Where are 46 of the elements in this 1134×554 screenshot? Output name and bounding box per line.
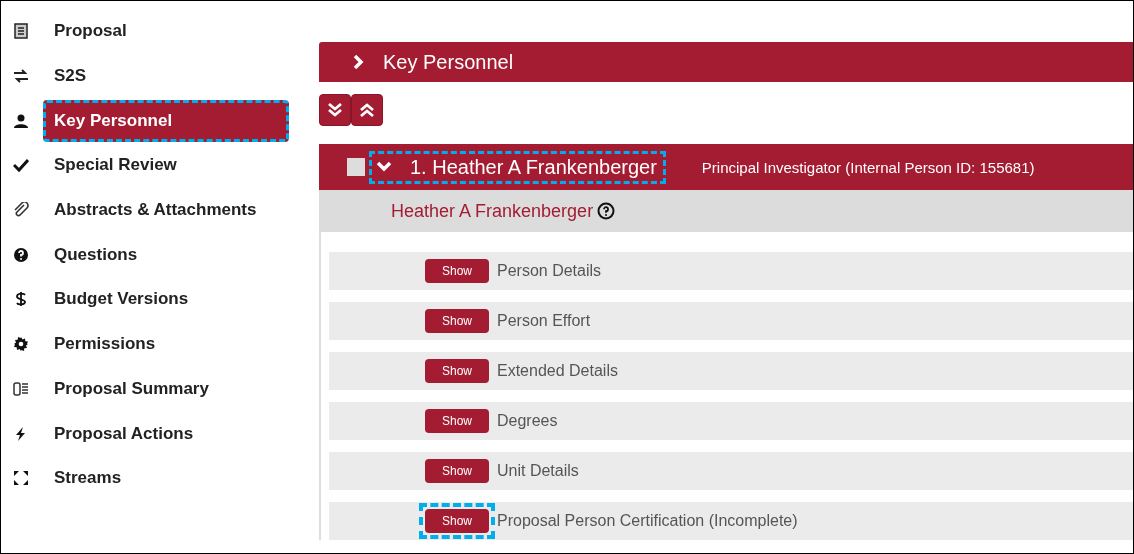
question-icon — [13, 246, 29, 263]
sidebar-item[interactable]: Proposal Actions — [43, 412, 209, 455]
sidebar-item[interactable]: Proposal Summary — [43, 367, 224, 410]
sidebar-item[interactable]: Permissions — [43, 323, 171, 366]
show-button[interactable]: Show — [425, 259, 489, 283]
show-button[interactable]: Show — [425, 309, 489, 333]
panel-label: Unit Details — [497, 462, 579, 480]
double-chevron-down-icon — [326, 101, 344, 119]
sidebar-item[interactable]: Questions — [43, 233, 153, 276]
show-button[interactable]: Show — [425, 409, 489, 433]
person-role: Principal Investigator (Internal Person ID: 155681) — [701, 158, 1035, 176]
show-button[interactable]: Show — [425, 509, 489, 533]
section-header[interactable]: Key Personnel — [319, 42, 1133, 82]
show-button[interactable]: Show — [425, 359, 489, 383]
sidebar-item[interactable]: Special Review — [43, 144, 192, 187]
sidebar-item[interactable]: Budget Versions — [43, 278, 204, 321]
sidebar-item[interactable]: S2S — [43, 55, 102, 98]
arrows-icon — [13, 68, 29, 85]
collapse-all-button[interactable] — [351, 94, 383, 126]
sidebar-item[interactable]: Proposal — [43, 10, 142, 53]
panel-label: Person Effort — [497, 312, 591, 330]
help-icon[interactable] — [597, 202, 616, 220]
sidebar-item[interactable]: Key Personnel — [43, 99, 289, 142]
chevron-icon — [376, 160, 392, 174]
show-button[interactable]: Show — [425, 459, 489, 483]
chevron-icon — [351, 55, 365, 69]
person-name: Heather A Frankenberger — [391, 200, 594, 222]
checkmark-icon — [13, 157, 29, 174]
panel-label: Degrees — [497, 412, 558, 430]
panel-label: Extended Details — [497, 362, 618, 380]
section-title: Key Personnel — [383, 50, 514, 74]
sidebar-item[interactable]: Abstracts & Attachments — [43, 189, 272, 232]
paperclip-icon — [13, 202, 29, 219]
expand-icon — [13, 470, 29, 487]
document-icon — [13, 23, 29, 40]
list-icon — [13, 380, 29, 397]
dollar-icon — [13, 291, 29, 308]
person-header-toggle[interactable]: 1. Heather A Frankenberger — [369, 150, 666, 184]
person-icon — [13, 112, 29, 129]
expand-all-button[interactable] — [319, 94, 351, 126]
gear-icon — [13, 336, 29, 353]
checkbox[interactable] — [347, 158, 365, 176]
panel-label: Proposal Person Certification (Incomplete) — [497, 512, 798, 530]
panel-label: Person Details — [497, 262, 602, 280]
double-chevron-up-icon — [358, 101, 376, 119]
sidebar-item[interactable]: Streams — [43, 457, 137, 500]
